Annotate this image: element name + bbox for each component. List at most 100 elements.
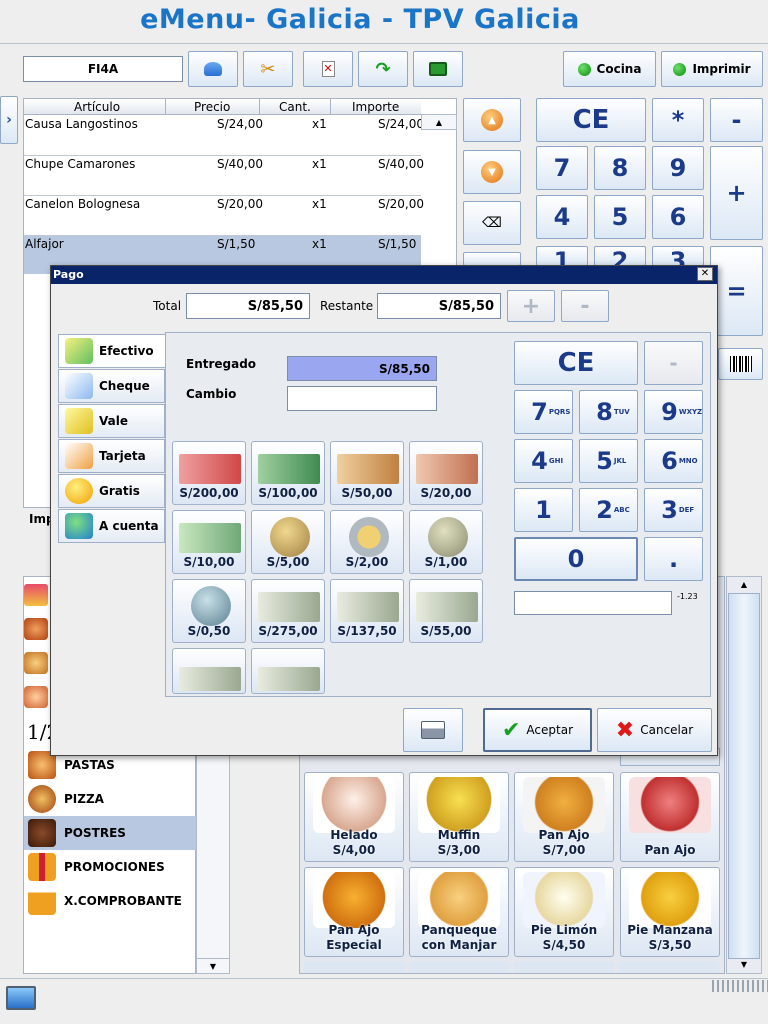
- tab-cheque[interactable]: Cheque: [58, 369, 165, 403]
- dialog-digit-6-key[interactable]: 6 MNO: [644, 439, 703, 483]
- category-pizza[interactable]: PIZZA: [24, 782, 196, 816]
- product-tile[interactable]: Pie Limón S/4,50: [514, 867, 614, 957]
- extra-button[interactable]: [463, 252, 521, 266]
- denomination-button[interactable]: [172, 648, 246, 694]
- product-tile[interactable]: Pan Ajo Especial: [304, 867, 404, 957]
- delivered-input[interactable]: S/85,50: [287, 356, 437, 381]
- digit-3-key[interactable]: 3: [652, 246, 704, 266]
- main-ce-key[interactable]: CE: [536, 98, 646, 142]
- delete-button[interactable]: ✕: [303, 51, 353, 87]
- denomination-button[interactable]: S/50,00: [330, 441, 404, 505]
- denomination-button[interactable]: S/200,00: [172, 441, 246, 505]
- plus-key[interactable]: +: [710, 146, 763, 240]
- product-tile[interactable]: Pan Ajo S/7,00: [514, 772, 614, 862]
- triangle-up-icon[interactable]: ▲: [727, 577, 761, 593]
- denomination-button[interactable]: S/100,00: [251, 441, 325, 505]
- category-promociones[interactable]: PROMOCIONES: [24, 850, 196, 884]
- scroll-thumb[interactable]: [728, 593, 760, 959]
- users-button[interactable]: [188, 51, 238, 87]
- remove-payment-button[interactable]: -: [561, 290, 609, 322]
- product-name: Pie Manzana: [627, 923, 713, 937]
- category-icon-partial: [24, 652, 48, 674]
- dialog-digit-3-key[interactable]: 3 DEF: [644, 488, 703, 532]
- print-button[interactable]: Imprimir: [661, 51, 763, 87]
- table-row[interactable]: Canelon Bolognesa S/20,00 x1 S/20,00: [24, 196, 424, 236]
- dialog-dot-key[interactable]: .: [644, 537, 703, 581]
- change-label: Cambio: [186, 387, 237, 401]
- product-tile[interactable]: Pie Manzana S/3,50: [620, 867, 720, 957]
- multiply-label: *: [671, 106, 685, 134]
- dialog-digit-4-key[interactable]: 4 GHI: [514, 439, 573, 483]
- dialog-digit-5-key[interactable]: 5 JKL: [579, 439, 638, 483]
- print-receipt-button[interactable]: [403, 708, 463, 752]
- digit-5-key[interactable]: 5: [594, 195, 646, 239]
- product-tile[interactable]: Helado S/4,00: [304, 772, 404, 862]
- order-table-header: Artículo Precio Cant. Importe: [24, 99, 421, 115]
- denomination-button[interactable]: S/5,00: [251, 510, 325, 574]
- change-input[interactable]: [287, 386, 437, 411]
- category-postres[interactable]: POSTRES: [24, 816, 196, 850]
- tab-vale[interactable]: Vale: [58, 404, 165, 438]
- film-button[interactable]: [413, 51, 463, 87]
- minus-key[interactable]: -: [710, 98, 763, 142]
- row-up-button[interactable]: ▲: [463, 98, 521, 142]
- expand-panel-button[interactable]: ›: [0, 96, 18, 144]
- digit-4-key[interactable]: 4: [536, 195, 588, 239]
- add-payment-button[interactable]: +: [507, 290, 555, 322]
- cancel-button[interactable]: ✖ Cancelar: [597, 708, 712, 752]
- product-scrollbar[interactable]: ▲ ▼: [726, 576, 762, 974]
- table-row[interactable]: Chupe Camarones S/40,00 x1 S/40,00: [24, 156, 424, 196]
- barcode-button[interactable]: [718, 348, 763, 380]
- backspace-button[interactable]: ⌫: [463, 201, 521, 245]
- dialog-digit-9-key[interactable]: 9 WXYZ: [644, 390, 703, 434]
- kitchen-button[interactable]: Cocina: [563, 51, 656, 87]
- triangle-down-icon[interactable]: ▼: [727, 957, 761, 973]
- row-down-button[interactable]: ▼: [463, 150, 521, 194]
- denomination-button[interactable]: S/137,50: [330, 579, 404, 643]
- monitor-icon[interactable]: [6, 986, 36, 1010]
- product-tile[interactable]: Pan Ajo: [620, 772, 720, 862]
- dialog-minus-key[interactable]: -: [644, 341, 703, 385]
- transfer-button[interactable]: ↷: [358, 51, 408, 87]
- letters-label: PQRS: [548, 407, 571, 416]
- status-divider: [0, 978, 768, 979]
- product-tile[interactable]: Panqueque con Manjar: [409, 867, 509, 957]
- multiply-key[interactable]: *: [652, 98, 704, 142]
- keypad-display[interactable]: [514, 591, 672, 615]
- dialog-digit-2-key[interactable]: 2 ABC: [579, 488, 638, 532]
- tab-a-cuenta[interactable]: A cuenta: [58, 509, 165, 543]
- dialog-digit-1-key[interactable]: 1: [514, 488, 573, 532]
- digit-6-key[interactable]: 6: [652, 195, 704, 239]
- table-code-field[interactable]: FI4A: [23, 56, 183, 82]
- denomination-button[interactable]: S/20,00: [409, 441, 483, 505]
- denomination-button[interactable]: S/55,00: [409, 579, 483, 643]
- category-scroll-down[interactable]: ▼: [196, 958, 230, 974]
- close-icon[interactable]: ✕: [697, 267, 713, 281]
- digit-7-key[interactable]: 7: [536, 146, 588, 190]
- dialog-digit-7-key[interactable]: 7 PQRS: [514, 390, 573, 434]
- category-comprobante[interactable]: X.COMPROBANTE: [24, 884, 196, 918]
- denomination-button[interactable]: S/0,50: [172, 579, 246, 643]
- dialog-ce-key[interactable]: CE: [514, 341, 638, 385]
- denomination-label: S/0,50: [187, 624, 231, 638]
- tab-tarjeta[interactable]: Tarjeta: [58, 439, 165, 473]
- tab-efectivo[interactable]: Efectivo: [58, 334, 165, 368]
- digit-2-key[interactable]: 2: [594, 246, 646, 266]
- tab-gratis[interactable]: Gratis: [58, 474, 165, 508]
- table-row[interactable]: Causa Langostinos S/24,00 x1 S/24,00: [24, 116, 424, 156]
- product-tile[interactable]: Muffin S/3,00: [409, 772, 509, 862]
- dialog-digit-8-key[interactable]: 8 TUV: [579, 390, 638, 434]
- order-scroll-up[interactable]: ▲: [421, 114, 457, 130]
- denomination-button[interactable]: [251, 648, 325, 694]
- split-button[interactable]: ✂: [243, 51, 293, 87]
- denomination-button[interactable]: S/2,00: [330, 510, 404, 574]
- denomination-button[interactable]: S/275,00: [251, 579, 325, 643]
- resize-grip[interactable]: [712, 980, 768, 992]
- denomination-button[interactable]: S/1,00: [409, 510, 483, 574]
- digit-1-key[interactable]: 1: [536, 246, 588, 266]
- denomination-button[interactable]: S/10,00: [172, 510, 246, 574]
- accept-button[interactable]: ✔ Aceptar: [483, 708, 592, 752]
- digit-8-key[interactable]: 8: [594, 146, 646, 190]
- dialog-digit-0-key[interactable]: 0: [514, 537, 638, 581]
- digit-9-key[interactable]: 9: [652, 146, 704, 190]
